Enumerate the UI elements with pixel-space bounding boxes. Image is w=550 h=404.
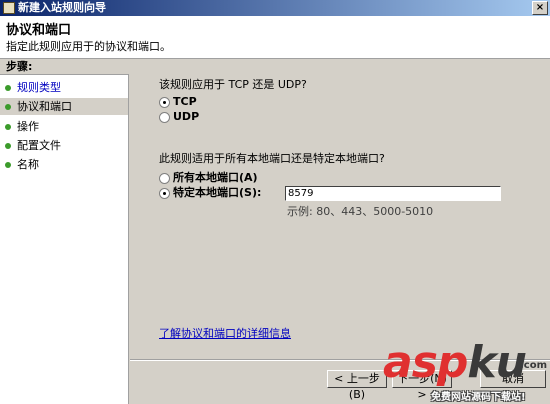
back-button[interactable]: < 上一步(B) (327, 370, 387, 401)
steps-header: 步骤: (0, 59, 129, 75)
window-titlebar: 新建入站规则向导 × (0, 0, 550, 16)
radio-udp[interactable]: UDP (159, 110, 199, 124)
page-description: 指定此规则应用于的协议和端口。 (6, 40, 171, 53)
ports-example-text: 示例: 80、443、5000-5010 (287, 205, 434, 218)
step-dot-icon (5, 124, 11, 130)
radio-label: UDP (173, 110, 200, 123)
sidebar-item-label: 操作 (17, 120, 39, 133)
ports-question: 此规则适用于所有本地端口还是特定本地端口? (159, 152, 385, 165)
sidebar-item-action: 操作 (0, 118, 128, 135)
specific-ports-input[interactable]: 8579 (285, 186, 501, 201)
sidebar-item-label: 名称 (17, 158, 39, 171)
sidebar-item-label: 配置文件 (17, 139, 61, 152)
step-dot-icon (5, 85, 11, 91)
radio-label: 特定本地端口(S): (173, 186, 262, 199)
radio-all-ports[interactable]: 所有本地端口(A) (159, 171, 258, 185)
app-icon (3, 2, 15, 14)
window-title: 新建入站规则向导 (18, 1, 106, 14)
sidebar-item-profile: 配置文件 (0, 137, 128, 154)
learn-more-link[interactable]: 了解协议和端口的详细信息 (159, 325, 291, 341)
step-dot-icon (5, 162, 11, 168)
sidebar-item-label: 协议和端口 (17, 100, 72, 113)
sidebar-item-rule-type[interactable]: 规则类型 (0, 79, 128, 96)
wizard-header: 协议和端口 指定此规则应用于的协议和端口。 (0, 16, 550, 59)
close-icon[interactable]: × (532, 1, 548, 15)
radio-checked-icon[interactable] (159, 97, 170, 108)
sidebar-item-name: 名称 (0, 156, 128, 173)
sidebar-item-protocol-ports[interactable]: 协议和端口 (0, 98, 128, 115)
steps-sidebar: 步骤: 规则类型 协议和端口 操作 配置文件 名称 (0, 59, 129, 404)
footer-divider (130, 359, 550, 361)
radio-label: TCP (173, 95, 197, 108)
radio-tcp[interactable]: TCP (159, 95, 197, 109)
radio-checked-icon[interactable] (159, 188, 170, 199)
cancel-button[interactable]: 取消 (480, 370, 546, 388)
step-dot-icon (5, 143, 11, 149)
radio-unchecked-icon[interactable] (159, 112, 170, 123)
protocol-question: 该规则应用于 TCP 还是 UDP? (159, 78, 307, 91)
next-button[interactable]: 下一步(N) > (392, 370, 452, 401)
sidebar-item-label: 规则类型 (17, 81, 61, 94)
step-dot-icon (5, 104, 11, 110)
wizard-content: 该规则应用于 TCP 还是 UDP? TCP UDP 此规则适用于所有本地端口还… (130, 59, 550, 404)
radio-specific-ports[interactable]: 特定本地端口(S): (159, 186, 261, 200)
radio-unchecked-icon[interactable] (159, 173, 170, 184)
radio-label: 所有本地端口(A) (173, 171, 258, 184)
page-title: 协议和端口 (6, 23, 72, 38)
